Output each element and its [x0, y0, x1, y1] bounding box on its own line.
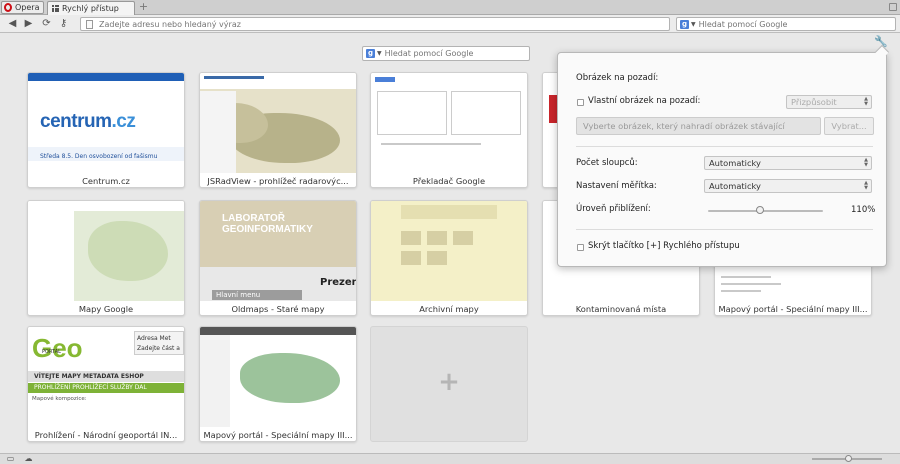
add-tile-button[interactable]: + [370, 326, 528, 442]
thumb-komp: Mapové kompozice: [32, 396, 87, 402]
thumb-portal: PORTAL [42, 349, 61, 355]
panel-icon[interactable]: ▭ [6, 455, 15, 463]
hide-plus-label: Skrýt tlačítko [+] Rychlého přístupu [588, 241, 740, 251]
background-title: Obrázek na pozadí: [576, 73, 659, 83]
cloud-icon[interactable]: ☁ [24, 455, 33, 463]
thumb-menu: Hlavní menu [212, 290, 302, 300]
choose-image-field[interactable]: Vyberte obrázek, který nahradí obrázek s… [576, 117, 821, 135]
speed-dial-settings-popup: Obrázek na pozadí: Vlastní obrázek na po… [557, 44, 890, 267]
thumb-adresa: Adresa Met Zadejte část a [134, 331, 184, 355]
tile-label: Mapový portál - Speciální mapy III... [718, 304, 868, 314]
thumb-lab-title: LABORATOŘ GEOINFORMATIKY [222, 213, 313, 235]
thumb-subnav: PROHLÍŽENÍ PROHLÍŽECÍ SLUŽBY DAL [28, 383, 184, 393]
hide-plus-checkbox[interactable] [577, 244, 584, 251]
thumb-present: Prezenta [320, 277, 356, 288]
tile-thumbnail [200, 73, 356, 173]
tile-thumbnail: Geo PORTAL Adresa Met Zadejte část a VÍTE… [28, 327, 184, 427]
choose-image-button[interactable]: Vybrat... [824, 117, 874, 135]
chevron-down-icon[interactable]: ▼ [377, 50, 382, 57]
google-icon[interactable]: g [366, 49, 375, 58]
address-bar[interactable] [80, 17, 670, 31]
forward-icon[interactable]: ▶ [22, 17, 35, 30]
back-icon[interactable]: ◀ [6, 17, 19, 30]
zoom-value: 110% [851, 205, 876, 215]
opera-logo-icon [4, 3, 12, 12]
thumb-news: Středa 8.5. Den osvobození od fašismu [40, 153, 158, 160]
fit-select[interactable]: Přizpůsobit ▲ ▼ [786, 95, 872, 109]
search-box[interactable]: g ▼ [676, 17, 896, 31]
divider [576, 229, 873, 230]
select-arrows-icon: ▲ ▼ [864, 180, 868, 191]
tab-bar: Opera Rychlý přístup + [0, 0, 900, 15]
search-input[interactable] [698, 19, 889, 29]
tile-label: Mapový portál - Speciální mapy III... [203, 430, 353, 440]
speed-dial-search[interactable]: g ▼ [362, 46, 530, 61]
tile-thumbnail [28, 201, 184, 301]
speed-dial-tile[interactable]: LABORATOŘGEOINFORMATIKY Prezenta Hlavní … [199, 200, 357, 316]
tile-thumbnail [371, 201, 527, 301]
speed-dial-tile[interactable]: Mapový portál - Speciální mapy III... [199, 326, 357, 442]
chevron-down-icon[interactable]: ▼ [691, 21, 696, 28]
page-zoom-handle[interactable] [845, 455, 852, 462]
zoom-slider[interactable] [708, 206, 823, 214]
tab-speed-dial[interactable]: Rychlý přístup [47, 1, 135, 15]
tab-label: Rychlý přístup [62, 4, 119, 13]
select-arrows-icon: ▲ ▼ [864, 96, 868, 107]
tile-label: Mapy Google [78, 304, 134, 314]
google-icon[interactable]: g [680, 19, 689, 29]
tab-list-icon[interactable] [889, 3, 897, 11]
speed-dial-search-input[interactable] [384, 49, 525, 58]
speed-dial-tile[interactable]: Překladač Google [370, 72, 528, 188]
key-icon[interactable]: ⚷ [57, 17, 70, 30]
tile-label: Oldmaps - Staré mapy [231, 304, 325, 314]
tile-label: Centrum.cz [82, 176, 130, 186]
thumb-nav: VÍTEJTE MAPY METADATA ESHOP [28, 371, 184, 382]
tile-thumbnail [200, 327, 356, 427]
address-input[interactable] [99, 19, 639, 29]
divider [576, 146, 873, 147]
tile-label: Kontaminovaná místa [575, 304, 667, 314]
plus-icon: + [438, 367, 460, 397]
custom-bg-checkbox[interactable] [577, 99, 584, 106]
page-zoom-slider[interactable] [812, 455, 882, 462]
scale-select[interactable]: Automaticky ▲ ▼ [704, 179, 872, 193]
page-icon [86, 19, 93, 29]
zoom-label: Úroveň přiblížení: [576, 204, 651, 214]
tile-thumbnail: LABORATOŘGEOINFORMATIKY Prezenta Hlavní … [200, 201, 356, 301]
zoom-slider-handle[interactable] [755, 206, 764, 214]
tile-label: Prohlížení - Národní geoportál IN... [34, 430, 178, 440]
speed-dial-tile[interactable]: Mapy Google [27, 200, 185, 316]
speed-dial-tile[interactable]: JSRadView - prohlížeč radarovýc... [199, 72, 357, 188]
opera-menu-label: Opera [15, 3, 40, 12]
speed-dial-tile[interactable]: Geo PORTAL Adresa Met Zadejte část a VÍTE… [27, 326, 185, 442]
tile-label: Archivní mapy [419, 304, 479, 314]
scale-label: Nastavení měřítka: [576, 181, 657, 191]
centrum-logo: centrum.cz [40, 111, 136, 132]
select-arrows-icon: ▲ ▼ [864, 157, 868, 168]
columns-select[interactable]: Automaticky ▲ ▼ [704, 156, 872, 170]
status-bar: ▭ ☁ [0, 453, 900, 464]
tile-thumbnail [371, 73, 527, 173]
navigation-toolbar: ◀ ▶ ⟳ ⚷ g ▼ [0, 15, 900, 33]
speed-dial-tile[interactable]: Archivní mapy [370, 200, 528, 316]
columns-label: Počet sloupců: [576, 158, 638, 168]
tile-label: JSRadView - prohlížeč radarovýc... [207, 176, 349, 186]
speed-dial-tile[interactable]: centrum.cz Středa 8.5. Den osvobození od… [27, 72, 185, 188]
opera-menu-button[interactable]: Opera [1, 1, 44, 14]
tile-label: Překladač Google [412, 176, 486, 186]
new-tab-button[interactable]: + [138, 1, 149, 13]
reload-icon[interactable]: ⟳ [40, 17, 53, 30]
custom-bg-label: Vlastní obrázek na pozadí: [588, 96, 701, 106]
speed-dial-icon [52, 5, 59, 12]
tile-thumbnail: centrum.cz Středa 8.5. Den osvobození od… [28, 73, 184, 173]
